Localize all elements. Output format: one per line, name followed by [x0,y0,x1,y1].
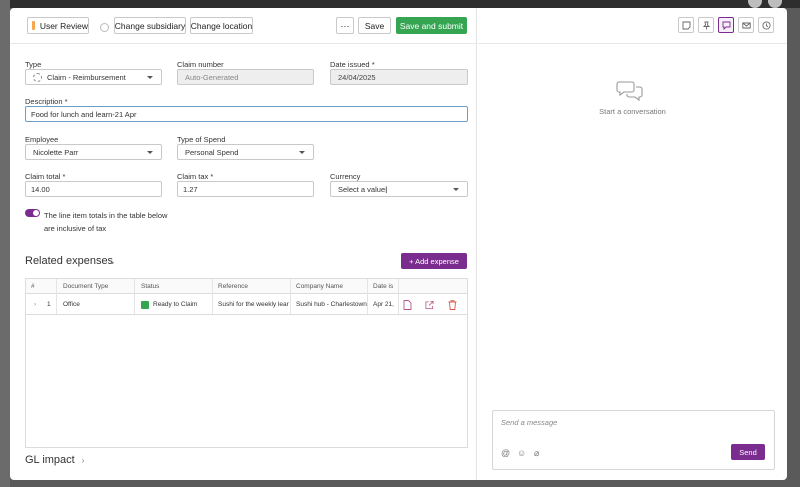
gear-icon [33,72,42,82]
start-conversation-text: Start a conversation [599,107,666,116]
type-of-spend-label: Type of Spend [177,135,226,144]
description-label: Description * [25,97,68,106]
claim-form-pane: User Review Change subsidiary Change loc… [10,8,477,480]
description-input[interactable]: Food for lunch and learn-21 Apr [25,106,468,122]
gl-impact-label: GL impact [25,454,75,466]
row-number: 1 [47,301,51,308]
row-status-text: Ready to Claim [153,301,198,308]
loading-spinner-icon [100,23,109,32]
type-select[interactable]: Claim - Reimbursement [25,69,162,85]
note-icon[interactable] [678,17,694,33]
message-composer: Send a message @ ☺ ⌀ Send [492,410,775,470]
col-header-document-type[interactable]: Document Type [63,279,136,293]
row-date: Apr 21, [373,301,394,308]
type-label: Type [25,60,42,69]
currency-select[interactable]: Select a value I [330,181,468,197]
attach-icon[interactable]: ⌀ [534,448,539,459]
document-icon[interactable] [403,300,412,310]
claim-number-label: Claim number [177,60,224,69]
chevron-down-icon [453,188,459,191]
date-issued-field: 24/04/2025 [330,69,468,85]
row-status: Ready to Claim [141,295,211,314]
col-header-date-issued[interactable]: Date is [373,279,397,293]
backdrop-left [0,0,10,487]
trash-icon[interactable] [448,300,457,310]
type-of-spend-select[interactable]: Personal Spend [177,144,314,160]
emoji-icon[interactable]: ☺ [517,448,526,458]
currency-label: Currency [330,172,361,181]
text-cursor-icon: I [385,185,388,195]
related-expenses-title: Related expenses [25,255,114,267]
save-and-submit-button[interactable]: Save and submit [396,17,467,34]
date-issued-label: Date issued * [330,60,375,69]
col-header-number: # [31,282,35,290]
chevron-down-icon[interactable]: ⌄ [109,257,116,266]
type-value: Claim - Reimbursement [47,72,126,82]
pin-icon[interactable] [698,17,714,33]
conversation-toolbar [478,8,787,44]
currency-placeholder: Select a value [338,184,386,194]
gl-impact-title[interactable]: GL impact › [25,454,84,466]
chevron-down-icon [299,151,305,154]
chevron-down-icon [147,76,153,79]
status-ready-icon [141,300,149,309]
user-review-label: User Review [39,20,88,31]
conversation-bubbles-icon [616,81,643,102]
more-options-button[interactable]: ··· [336,17,354,34]
chat-icon[interactable] [718,17,734,33]
claim-total-label: Claim total * [25,172,66,181]
review-status-swatch [32,21,35,30]
message-input[interactable]: Send a message [501,418,557,427]
chevron-right-icon: › [81,456,85,465]
inclusive-tax-toggle[interactable] [25,209,40,217]
row-expand-chevron-icon[interactable]: › [34,295,42,314]
claim-tax-input[interactable]: 1.27 [177,181,314,197]
mention-icon[interactable]: @ [501,448,510,458]
table-header: # Document Type Status Reference Company… [26,279,467,294]
employee-label: Employee [25,135,59,144]
mail-icon[interactable] [738,17,754,33]
row-reference: Sushi for the weekly lear [218,301,289,308]
clock-icon[interactable] [758,17,774,33]
open-external-icon[interactable] [425,300,434,310]
inclusive-tax-label: The line item totals in the table below … [44,211,168,233]
backdrop-bar [0,0,800,8]
claim-number-field: Auto-Generated [177,69,314,85]
employee-select[interactable]: Nicolette Parr [25,144,162,160]
form-toolbar: User Review Change subsidiary Change loc… [10,8,477,44]
col-header-status[interactable]: Status [141,279,211,293]
col-header-reference[interactable]: Reference [218,279,288,293]
type-of-spend-value: Personal Spend [185,147,239,157]
expense-claim-modal: User Review Change subsidiary Change loc… [10,8,787,480]
save-button[interactable]: Save [358,17,391,34]
send-button[interactable]: Send [731,444,765,460]
change-subsidiary-button[interactable]: Change subsidiary [114,17,186,34]
table-row[interactable]: › 1 Office Ready to Claim Sushi for the … [26,295,467,315]
row-document-type: Office [63,301,80,308]
claim-tax-label: Claim tax * [177,172,214,181]
user-review-button[interactable]: User Review [27,17,89,34]
conversation-pane: Start a conversation Send a message @ ☺ … [478,8,787,480]
chevron-down-icon [147,151,153,154]
change-location-button[interactable]: Change location [190,17,253,34]
employee-value: Nicolette Parr [33,147,79,157]
row-company: Sushi hub - Charlestown [296,301,367,308]
toggle-knob [33,210,39,216]
expenses-table: # Document Type Status Reference Company… [25,278,468,448]
add-expense-button[interactable]: + Add expense [401,253,467,269]
col-header-company-name[interactable]: Company Name [296,279,366,293]
claim-total-input[interactable]: 14.00 [25,181,162,197]
